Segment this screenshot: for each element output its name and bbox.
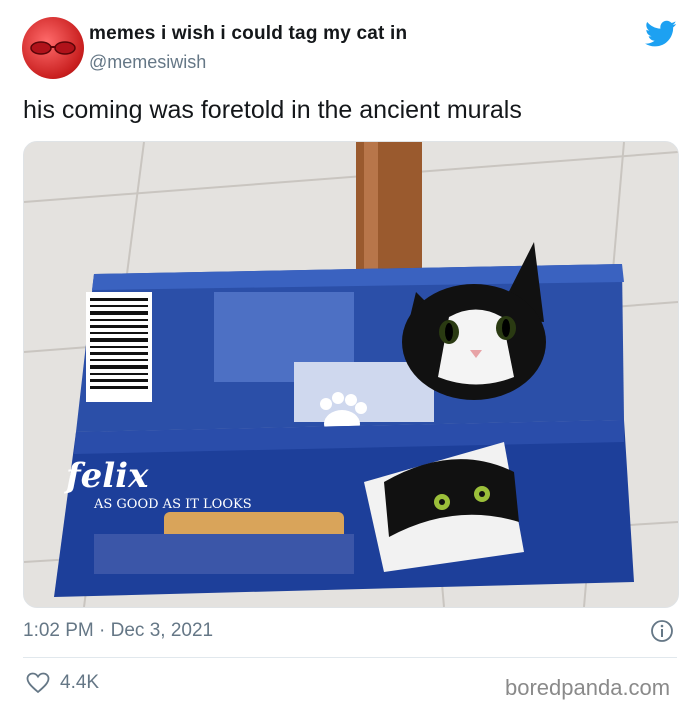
tweet-timestamp[interactable]: 1:02 PM · Dec 3, 2021 <box>23 620 213 642</box>
sunglasses-icon <box>30 41 76 55</box>
tweet-photo[interactable]: felix AS GOOD AS IT LOOKS <box>23 141 679 608</box>
heart-icon <box>26 672 50 694</box>
box-slogan: AS GOOD AS IT LOOKS <box>93 497 252 512</box>
avatar[interactable] <box>22 17 84 79</box>
barcode <box>86 292 152 402</box>
display-name[interactable]: memes i wish i could tag my cat in <box>89 23 407 45</box>
cat-in-box-photo: felix AS GOOD AS IT LOOKS <box>24 142 678 607</box>
info-icon[interactable] <box>650 619 674 643</box>
divider <box>23 657 677 658</box>
tweet-text: his coming was foretold in the ancient m… <box>23 96 522 124</box>
box-brand: felix <box>64 456 149 496</box>
like-count: 4.4K <box>60 672 100 693</box>
watermark: boredpanda.com <box>505 675 671 700</box>
like-button[interactable]: 4.4K <box>26 672 99 694</box>
twitter-bird-icon[interactable] <box>645 20 677 48</box>
handle[interactable]: @memesiwish <box>89 52 206 73</box>
